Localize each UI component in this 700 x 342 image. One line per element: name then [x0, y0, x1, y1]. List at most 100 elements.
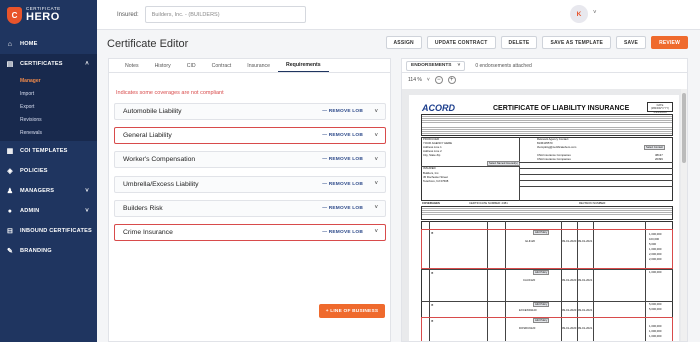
limit-value[interactable]: 5,000,000	[649, 307, 661, 311]
sidebar-item-label: ADMIN	[20, 208, 40, 214]
select-contact-button[interactable]: Select Contact	[644, 145, 665, 150]
editor-tabs: Notes History CID Contract Insurance Req…	[109, 59, 390, 73]
logo-text: CERTIFICATE HERO	[26, 7, 61, 23]
chevron-down-icon[interactable]: ˅	[374, 229, 378, 235]
checkbox-checked-icon[interactable]: ✕	[431, 303, 434, 307]
tab-requirements[interactable]: Requirements	[278, 59, 329, 72]
coverage-name: Worker's Compensation	[123, 156, 196, 164]
sidebar-item-label: CERTIFICATES	[20, 61, 63, 67]
update-contract-button[interactable]: UPDATE CONTRACT	[426, 36, 496, 49]
sidebar-subitem-export[interactable]: Export	[0, 100, 97, 113]
effective-date[interactable]: 09-01-2020	[562, 308, 576, 312]
assign-button[interactable]: ASSIGN	[385, 36, 422, 49]
sidebar-item-policies[interactable]: ◈ POLICIES	[0, 161, 97, 181]
limit-value[interactable]: 1,000,000	[649, 270, 661, 274]
coverage-name: Builders Risk	[123, 204, 163, 212]
coverage-row-automobile-liability[interactable]: Automobile Liability — REMOVE LOB ˅	[114, 103, 386, 120]
document-title: CERTIFICATE OF LIABILITY INSURANCE	[493, 105, 630, 112]
action-toolbar: ASSIGN UPDATE CONTRACT DELETE SAVE AS TE…	[385, 36, 688, 49]
tab-history[interactable]: History	[147, 59, 179, 72]
divider	[519, 186, 673, 187]
review-button[interactable]: REVIEW	[651, 36, 688, 49]
add-line-of-business-button[interactable]: + LINE OF BUSINESS	[319, 304, 385, 318]
user-icon: ●	[7, 207, 13, 215]
avatar[interactable]: K	[570, 5, 588, 23]
sidebar-item-label: MANAGERS	[20, 188, 55, 194]
remove-lob-button[interactable]: — REMOVE LOB	[322, 206, 363, 211]
expiration-date[interactable]: 09-01-2021	[578, 308, 592, 312]
expiration-date[interactable]: 09-01-2021	[578, 278, 592, 282]
sidebar-subitem-renewals[interactable]: Renewals	[0, 126, 97, 139]
contact-email[interactable]: thompking@certificatehero.com	[537, 145, 576, 149]
insurer-b[interactable]: CNA Insurance Companies	[537, 157, 571, 161]
select-named-insured-button[interactable]: Select Named Insured(s)	[487, 161, 520, 166]
shield-icon: ◈	[7, 168, 13, 175]
insured-label-doc: INSURED	[423, 166, 436, 170]
document-scrollbar[interactable]	[681, 89, 687, 341]
document-viewer[interactable]: ACORD CERTIFICATE OF LIABILITY INSURANCE…	[402, 89, 687, 341]
policy-number[interactable]: CAUII120	[523, 278, 535, 282]
divider	[519, 137, 520, 201]
save-button[interactable]: SAVE	[616, 36, 647, 49]
chevron-down-icon[interactable]: ˅	[593, 10, 597, 16]
sidebar-item-inbound-certificates[interactable]: ⊟ INBOUND CERTIFICATES	[0, 221, 97, 241]
save-as-template-button[interactable]: SAVE AS TEMPLATE	[542, 36, 612, 49]
divider	[421, 166, 519, 167]
sidebar-subitem-revisions[interactable]: Revisions	[0, 113, 97, 126]
endorsements-count: 0 endorsements attached	[475, 62, 532, 69]
remove-lob-button[interactable]: — REMOVE LOB	[322, 109, 363, 114]
chevron-down-icon[interactable]: ˅	[374, 181, 378, 187]
tab-notes[interactable]: Notes	[117, 59, 147, 72]
home-icon: ⌂	[7, 40, 13, 48]
coverage-name: Automobile Liability	[123, 108, 182, 115]
producer-line-4[interactable]: City, State Zip	[423, 153, 440, 157]
acord-certificate-page: ACORD CERTIFICATE OF LIABILITY INSURANCE…	[409, 95, 679, 341]
coverage-row-general-liability[interactable]: General Liability — REMOVE LOB ˅	[114, 127, 386, 145]
tab-cid[interactable]: CID	[179, 59, 204, 72]
sidebar-item-admin[interactable]: ● ADMIN ˅	[0, 201, 97, 221]
sidebar-item-managers[interactable]: ♟ MANAGERS ˅	[0, 181, 97, 201]
policy-number[interactable]: EXCESS9120	[519, 308, 537, 312]
remove-lob-button[interactable]: — REMOVE LOB	[322, 182, 363, 187]
checkbox-checked-icon[interactable]: ✕	[431, 271, 434, 275]
coverage-row-builders-risk[interactable]: Builders Risk — REMOVE LOB ˅	[114, 199, 386, 217]
chevron-down-icon[interactable]: ˅	[374, 205, 378, 211]
sidebar-item-home[interactable]: ⌂ HOME	[0, 34, 97, 54]
zoom-in-icon[interactable]: +	[447, 76, 456, 84]
tab-insurance[interactable]: Insurance	[239, 59, 278, 72]
scrollbar-thumb[interactable]	[682, 93, 686, 163]
delete-button[interactable]: DELETE	[500, 36, 538, 49]
coverage-row-workers-compensation[interactable]: Worker's Compensation — REMOVE LOB ˅	[114, 151, 386, 169]
tab-contract[interactable]: Contract	[204, 59, 240, 72]
coverage-row-umbrella-excess-liability[interactable]: Umbrella/Excess Liability — REMOVE LOB ˅	[114, 175, 386, 193]
chevron-down-icon[interactable]: ˅	[427, 77, 430, 83]
add-policy-button[interactable]: Add Policy	[533, 270, 550, 275]
sidebar-subitem-manager[interactable]: Manager	[0, 74, 97, 87]
chevron-down-icon[interactable]: ˅	[374, 157, 378, 163]
sidebar-item-branding[interactable]: ✎ BRANDING	[0, 241, 97, 261]
zoom-out-icon[interactable]: −	[434, 76, 443, 84]
inbox-icon: ⊟	[6, 228, 14, 235]
chevron-down-icon[interactable]: ˅	[374, 133, 378, 139]
endorsements-dropdown[interactable]: ENDORSEMENTS ˅	[406, 60, 466, 71]
remove-lob-button[interactable]: — REMOVE LOB	[322, 230, 363, 235]
logo-badge: C	[7, 6, 22, 24]
users-icon: ♟	[6, 188, 14, 195]
coverage-row-crime-insurance[interactable]: Crime Insurance — REMOVE LOB ˅	[114, 223, 386, 241]
divider	[519, 168, 673, 169]
compliance-warning: Indicates some coverages are not complia…	[116, 90, 224, 96]
coverages-label: COVERAGES	[422, 201, 440, 205]
app-logo[interactable]: C CERTIFICATE HERO	[0, 0, 97, 30]
remove-lob-button[interactable]: — REMOVE LOB	[322, 133, 363, 138]
limit-value[interactable]: 5,000,000	[649, 302, 661, 306]
remove-lob-button[interactable]: — REMOVE LOB	[322, 157, 363, 162]
zoom-level[interactable]: 114 %	[408, 77, 422, 83]
add-policy-button[interactable]: Add Policy	[533, 302, 550, 307]
sidebar-item-coi-templates[interactable]: ▦ COI TEMPLATES	[0, 141, 97, 161]
effective-date[interactable]: 09-01-2020	[562, 278, 576, 282]
insured-line-3[interactable]: Teterboro, NJ 07608	[423, 179, 448, 183]
chevron-down-icon[interactable]: ˅	[374, 109, 378, 115]
sidebar-item-certificates[interactable]: ▤ CERTIFICATES ˄	[0, 54, 97, 74]
insured-input[interactable]: Builders, Inc. - (BUILDERS)	[144, 6, 306, 23]
sidebar-subitem-import[interactable]: Import	[0, 87, 97, 100]
